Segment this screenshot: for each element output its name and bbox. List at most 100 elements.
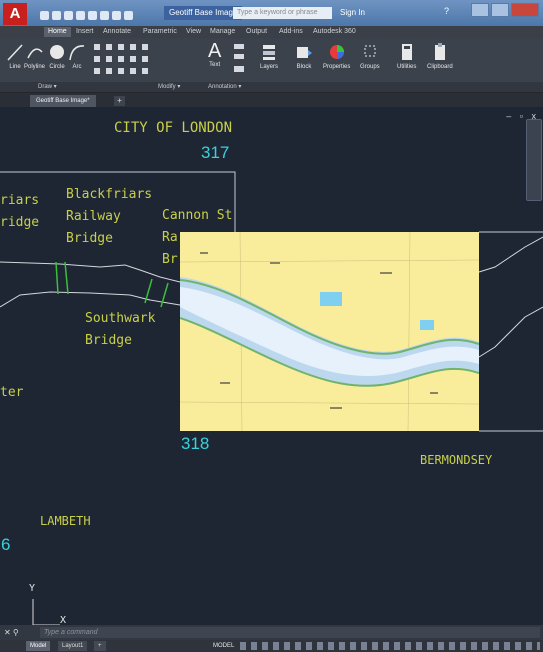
bermondsey-label: BERMONDSEY (420, 453, 493, 467)
model-space-toggle[interactable]: MODEL (213, 641, 234, 651)
circle-tool[interactable]: Circle (48, 42, 66, 70)
tab-model[interactable]: Model (26, 641, 51, 651)
tab-home[interactable]: Home (44, 27, 71, 37)
new-icon[interactable] (40, 11, 49, 20)
save-as-icon[interactable] (76, 11, 85, 20)
groups-label: Groups (360, 64, 380, 70)
line-icon (7, 44, 23, 61)
text-label: Text (209, 62, 221, 68)
tab-manage[interactable]: Manage (210, 27, 235, 37)
quick-access-toolbar (40, 7, 160, 20)
block-tool[interactable]: Block (295, 42, 313, 70)
plot-icon[interactable] (88, 11, 97, 20)
block-label: Block (296, 64, 312, 70)
label-bridge-blackfriars: Bridge (66, 231, 113, 246)
annotation-tools-icons[interactable] (232, 42, 252, 78)
clipboard-tool[interactable]: Clipboard (427, 42, 453, 70)
layers-label: Layers (260, 64, 279, 70)
tab-parametric[interactable]: Parametric (143, 27, 177, 37)
layers-icon (263, 45, 275, 60)
tab-autodesk-360[interactable]: Autodesk 360 (313, 27, 356, 37)
redo-icon[interactable] (112, 11, 121, 20)
annotation-panel-label[interactable]: Annotation ▾ (208, 83, 241, 90)
ucs-x-label: X (60, 615, 67, 625)
geotiff-chart-image[interactable] (180, 232, 479, 431)
modify-panel-label[interactable]: Modify ▾ (158, 83, 180, 90)
open-icon[interactable] (52, 11, 61, 20)
search-input[interactable]: Type a keyword or phrase (233, 7, 332, 19)
ucs-y-label: Y (29, 583, 36, 594)
line-tool[interactable]: Line (6, 42, 24, 70)
polyline-label: Polyline (24, 64, 46, 70)
tab-insert[interactable]: Insert (76, 27, 94, 37)
command-input[interactable]: Type a command (40, 627, 540, 638)
tab-output[interactable]: Output (246, 27, 267, 37)
label-cannon-st: Cannon St (162, 208, 233, 223)
command-line-close-icon[interactable]: ✕ ⚲ (4, 628, 19, 637)
text-tool[interactable]: A Text (208, 40, 221, 68)
label-blackfriars: Blackfriars (66, 187, 153, 202)
groups-tool[interactable]: Groups (360, 42, 380, 70)
new-tab-button[interactable]: + (114, 96, 125, 106)
city-of-london-label: CITY OF LONDON (114, 120, 233, 136)
tab-annotate[interactable]: Annotate (103, 27, 131, 37)
ribbon-tab-bar: Home Insert Annotate Parametric View Man… (0, 26, 543, 38)
document-title: Geotiff Base Image (164, 6, 243, 20)
tab-layout1[interactable]: Layout1 (58, 641, 88, 651)
chart-image-graphic (180, 232, 479, 431)
label-southwark: Southwark (85, 311, 156, 326)
status-bar: Model Layout1 + MODEL (0, 640, 543, 652)
label-ter: ter (0, 385, 24, 400)
status-toggle-icons[interactable] (240, 642, 540, 650)
save-icon[interactable] (64, 11, 73, 20)
properties-tool[interactable]: Properties (323, 42, 350, 70)
tab-add-ins[interactable]: Add-ins (279, 27, 303, 37)
app-menu-button[interactable]: A (3, 3, 27, 25)
arc-tool[interactable]: Arc (68, 42, 86, 70)
tab-view[interactable]: View (186, 27, 201, 37)
layers-tool[interactable]: Layers (260, 42, 278, 70)
minimize-button[interactable] (471, 3, 489, 17)
command-line: ✕ ⚲ Type a command (0, 625, 543, 640)
draw-panel-label[interactable]: Draw ▾ (38, 83, 57, 90)
title-bar: A Geotiff Base Image Type a keyword or p… (0, 0, 543, 26)
label-southwark-bridge: Bridge (85, 333, 132, 348)
label-cannon-br: Br (162, 252, 178, 267)
properties-label: Properties (323, 64, 351, 70)
ribbon-panel: Line Polyline Circle Arc A Text Layers B… (0, 38, 543, 93)
properties-icon (329, 45, 344, 59)
file-tab[interactable]: Geotiff Base Image* (30, 95, 96, 107)
polyline-icon (26, 48, 43, 59)
undo-icon[interactable] (100, 11, 109, 20)
utilities-tool[interactable]: Utilities (397, 42, 416, 70)
label-cannon-ra: Ra (162, 230, 178, 245)
lambeth-label: LAMBETH (40, 514, 91, 528)
window-controls (469, 3, 539, 22)
polyline-tool[interactable]: Polyline (24, 42, 45, 70)
drawing-canvas[interactable]: – ▫ x CITY OF LONDON 317 riars ridge Bla… (0, 107, 543, 625)
label-ridge: ridge (0, 215, 40, 230)
groups-icon (364, 45, 376, 57)
calculator-icon (401, 44, 412, 60)
grid-number-317: 317 (201, 143, 230, 162)
circle-icon (50, 45, 64, 59)
utilities-label: Utilities (397, 64, 417, 70)
circle-label: Circle (49, 64, 65, 70)
close-button[interactable] (511, 3, 539, 17)
text-icon: A (208, 40, 222, 62)
label-railway: Railway (66, 209, 121, 224)
clipboard-label: Clipboard (427, 64, 453, 70)
clipboard-icon (434, 43, 445, 60)
modify-tools-icons[interactable] (92, 42, 202, 78)
arc-icon (69, 45, 85, 61)
workspace-dropdown-icon[interactable] (124, 11, 133, 20)
line-label: Line (9, 64, 21, 70)
help-button[interactable]: ? (444, 6, 449, 16)
grid-number-318: 318 (181, 434, 210, 453)
label-riars: riars (0, 193, 40, 208)
sign-in-button[interactable]: Sign In (340, 6, 365, 20)
grid-number-6: 6 (1, 535, 11, 554)
maximize-button[interactable] (491, 3, 509, 17)
navigation-bar[interactable] (526, 119, 542, 201)
add-layout-button[interactable]: + (94, 641, 106, 651)
